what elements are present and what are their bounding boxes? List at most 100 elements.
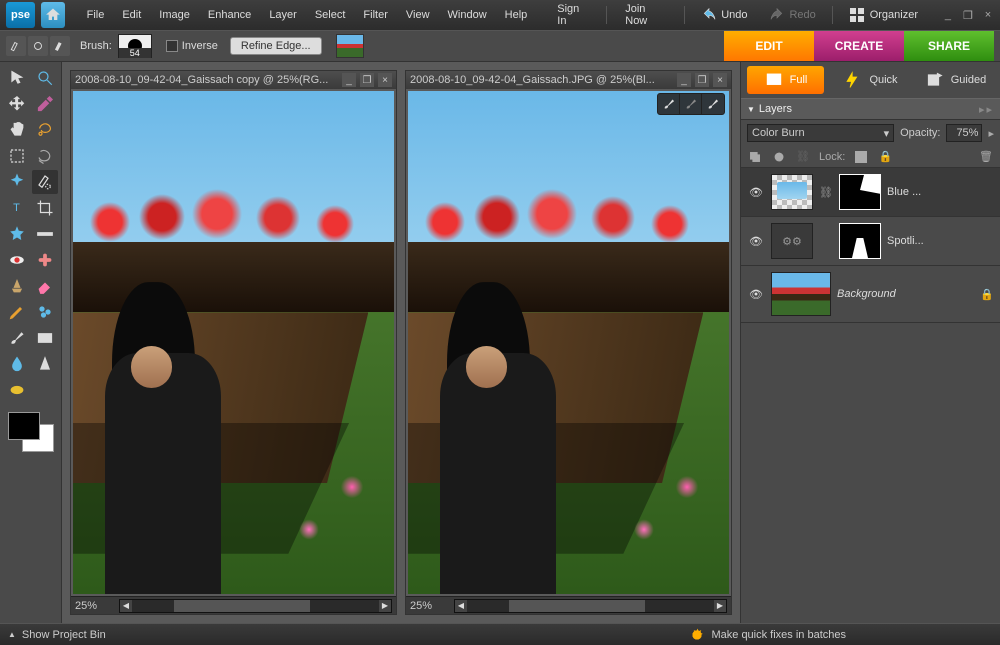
project-bin-toggle[interactable]: Show Project Bin <box>22 629 106 641</box>
sign-in-link[interactable]: Sign In <box>547 0 598 31</box>
tool-straighten[interactable] <box>32 222 58 246</box>
delete-layer-icon[interactable]: 🗑 <box>978 149 994 165</box>
doc-restore-button[interactable]: ❐ <box>695 73 709 87</box>
tool-clone-stamp[interactable] <box>4 274 30 298</box>
tab-guided[interactable]: Guided <box>917 66 994 94</box>
close-button[interactable]: × <box>982 9 994 22</box>
menu-filter[interactable]: Filter <box>355 5 395 25</box>
layer-mask-thumbnail[interactable] <box>839 174 881 210</box>
menu-image[interactable]: Image <box>151 5 198 25</box>
redo-button[interactable]: Redo <box>761 8 823 22</box>
tool-quick-selection[interactable] <box>32 170 58 194</box>
tool-magnetic-lasso[interactable] <box>32 144 58 168</box>
layer-name[interactable]: Blue ... <box>887 186 994 198</box>
horizontal-scrollbar[interactable]: ◀▶ <box>119 599 392 613</box>
layer-row[interactable]: 👁 ⛓ Blue ... <box>741 168 1000 217</box>
document-titlebar[interactable]: 2008-08-10_09-42-04_Gaissach copy @ 25%(… <box>71 71 396 89</box>
adjustment-layer-icon[interactable] <box>771 149 787 165</box>
foreground-color-swatch[interactable] <box>8 412 40 440</box>
visibility-eye-icon[interactable]: 👁 <box>747 232 765 250</box>
zoom-value[interactable]: 25% <box>71 600 115 612</box>
layer-thumbnail[interactable] <box>771 174 813 210</box>
tool-type[interactable]: T <box>4 196 30 220</box>
app-logo[interactable]: pse <box>6 2 35 28</box>
zoom-value[interactable]: 25% <box>406 600 450 612</box>
join-now-link[interactable]: Join Now <box>615 0 676 31</box>
canvas-area[interactable] <box>71 89 396 596</box>
home-icon[interactable] <box>41 2 65 28</box>
tab-full[interactable]: Full <box>747 66 824 94</box>
tool-smart-brush[interactable] <box>32 300 58 324</box>
link-layers-icon[interactable]: ⛓ <box>795 149 811 165</box>
mode-tab-share[interactable]: SHARE <box>904 31 994 61</box>
menu-edit[interactable]: Edit <box>114 5 149 25</box>
lock-pixels-icon[interactable] <box>853 149 869 165</box>
overlay-preview[interactable] <box>336 34 364 58</box>
mask-link-icon[interactable]: ⛓ <box>819 186 833 199</box>
mode-tab-create[interactable]: CREATE <box>814 31 904 61</box>
menu-file[interactable]: File <box>79 5 113 25</box>
tool-eyedropper[interactable] <box>32 92 58 116</box>
tool-sharpen[interactable] <box>32 352 58 376</box>
minimize-button[interactable]: _ <box>942 9 954 22</box>
float-brush-sub-icon[interactable] <box>680 94 702 114</box>
layer-mask-thumbnail[interactable] <box>839 223 881 259</box>
tool-eraser[interactable] <box>32 274 58 298</box>
document-titlebar[interactable]: 2008-08-10_09-42-04_Gaissach.JPG @ 25%(B… <box>406 71 731 89</box>
float-brush-add-icon[interactable] <box>658 94 680 114</box>
layer-name[interactable]: Spotli... <box>887 235 994 247</box>
selection-brush-c-icon[interactable] <box>50 36 70 56</box>
layers-panel-header[interactable]: ▼ Layers ▸▸ <box>741 98 1000 120</box>
blend-mode-select[interactable]: Color Burn▾ <box>747 124 894 142</box>
canvas[interactable] <box>73 91 394 594</box>
color-swatches[interactable] <box>8 412 54 452</box>
tool-sponge[interactable] <box>4 378 30 402</box>
inverse-checkbox[interactable]: Inverse <box>166 40 218 52</box>
canvas-area[interactable] <box>406 89 731 596</box>
canvas[interactable] <box>408 91 729 594</box>
tool-hand[interactable] <box>4 118 30 142</box>
restore-button[interactable]: ❐ <box>962 9 974 22</box>
float-brush-new-icon[interactable] <box>702 94 724 114</box>
selection-brush-b-icon[interactable] <box>28 36 48 56</box>
mode-tab-edit[interactable]: EDIT <box>724 31 814 61</box>
layer-thumbnail[interactable] <box>771 272 831 316</box>
layer-row[interactable]: 👁 Background 🔒 <box>741 266 1000 323</box>
tool-marquee[interactable] <box>4 144 30 168</box>
horizontal-scrollbar[interactable]: ◀▶ <box>454 599 727 613</box>
visibility-eye-icon[interactable]: 👁 <box>747 285 765 303</box>
layer-row[interactable]: 👁 ⚙⚙ Spotli... <box>741 217 1000 266</box>
tool-magic-selection[interactable] <box>4 170 30 194</box>
tool-cookie-cutter[interactable] <box>4 222 30 246</box>
tool-pencil[interactable] <box>4 300 30 324</box>
panel-menu-icon[interactable]: ▸▸ <box>979 103 994 116</box>
new-layer-icon[interactable] <box>747 149 763 165</box>
tool-move[interactable] <box>4 92 30 116</box>
lock-all-icon[interactable]: 🔒 <box>877 149 893 165</box>
opacity-flyout-icon[interactable]: ▸ <box>988 127 994 140</box>
menu-layer[interactable]: Layer <box>261 5 305 25</box>
menu-help[interactable]: Help <box>497 5 536 25</box>
expand-triangle-icon[interactable]: ▲ <box>8 630 16 639</box>
refine-edge-button[interactable]: Refine Edge... <box>230 37 322 55</box>
doc-close-button[interactable]: × <box>713 73 727 87</box>
layer-name[interactable]: Background <box>837 288 974 300</box>
selection-brush-a-icon[interactable] <box>6 36 26 56</box>
undo-button[interactable]: Undo <box>693 8 755 22</box>
tool-spot-heal[interactable] <box>32 248 58 272</box>
doc-restore-button[interactable]: ❐ <box>360 73 374 87</box>
visibility-eye-icon[interactable]: 👁 <box>747 183 765 201</box>
organizer-button[interactable]: Organizer <box>841 4 926 26</box>
menu-enhance[interactable]: Enhance <box>200 5 259 25</box>
opacity-input[interactable]: 75% <box>946 124 982 142</box>
tool-zoom[interactable] <box>32 66 58 90</box>
tool-gradient[interactable] <box>32 326 58 350</box>
menu-window[interactable]: Window <box>440 5 495 25</box>
layer-thumbnail[interactable]: ⚙⚙ <box>771 223 813 259</box>
doc-minimize-button[interactable]: _ <box>677 73 691 87</box>
tool-crop[interactable] <box>32 196 58 220</box>
tool-blur[interactable] <box>4 352 30 376</box>
doc-close-button[interactable]: × <box>378 73 392 87</box>
tool-redeye[interactable] <box>4 248 30 272</box>
brush-preset-picker[interactable]: 54 <box>118 34 152 58</box>
